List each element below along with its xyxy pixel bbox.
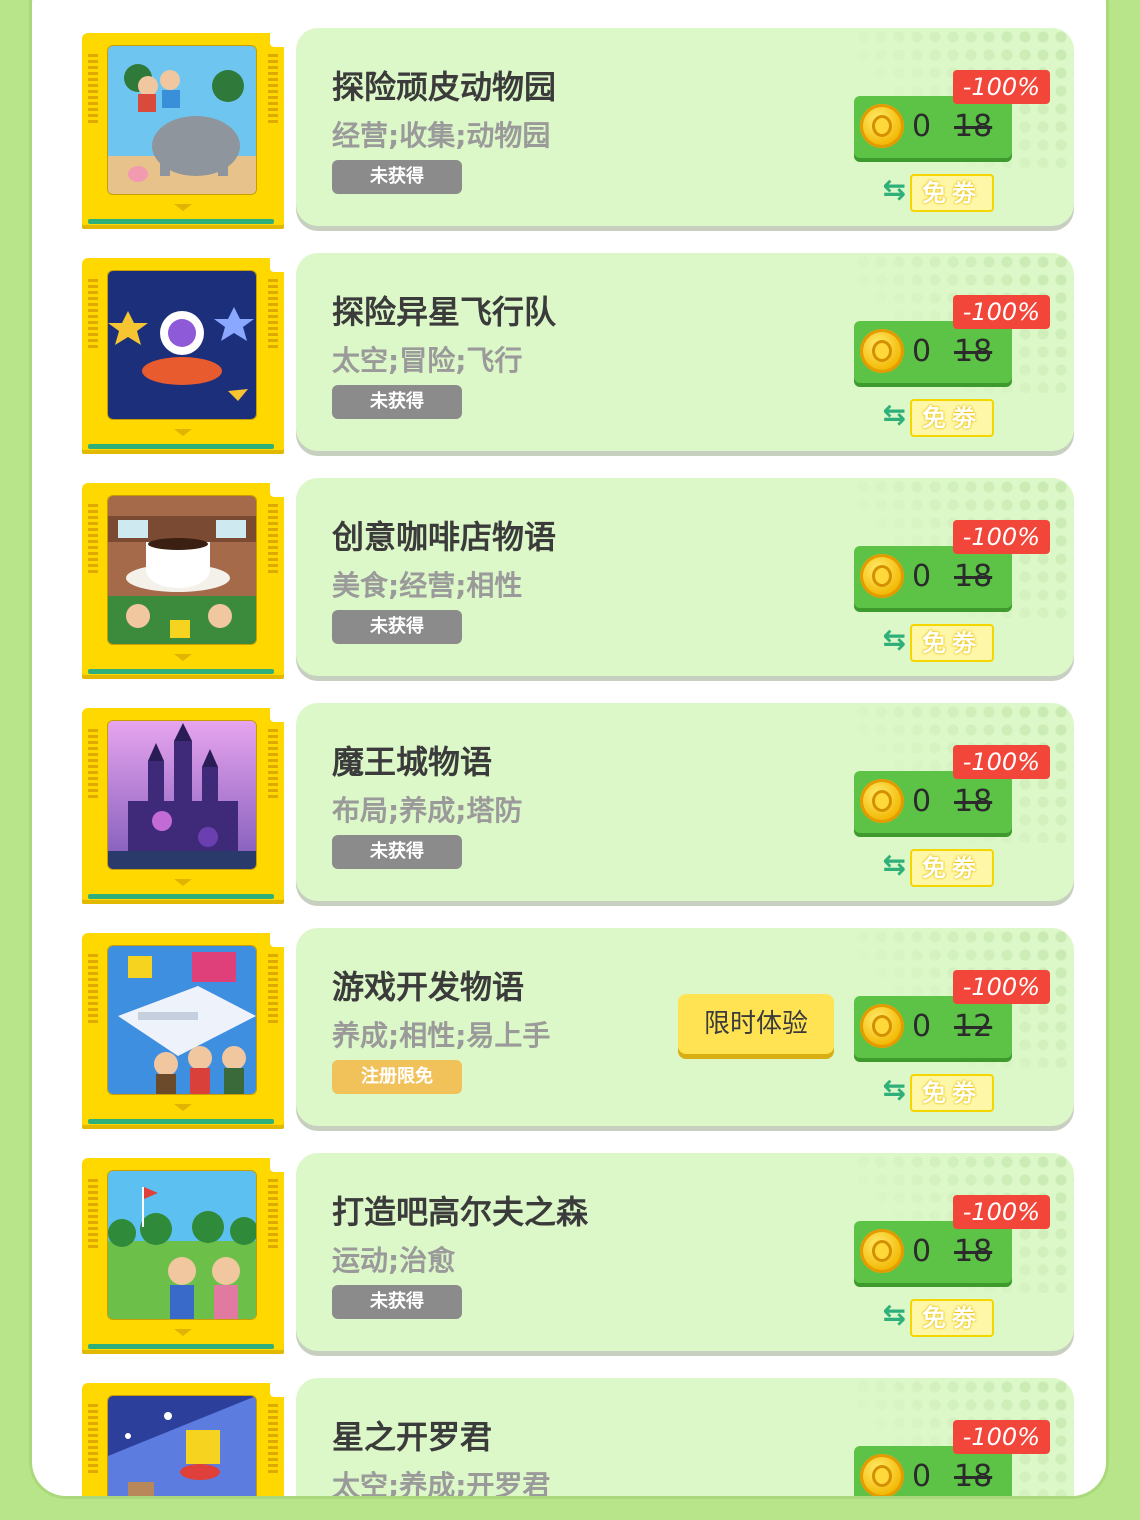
coin-icon [860, 1454, 904, 1496]
list-item[interactable]: 星之开罗君 太空;养成;开罗君 0 18 -100% [0, 1378, 1140, 1496]
game-cover-image [107, 945, 257, 1095]
list-item[interactable]: 创意咖啡店物语 美食;经营;相性 未获得 0 18 -100% ⇆ 免劵 [0, 478, 1140, 693]
game-tags: 太空;养成;开罗君 [332, 1469, 551, 1496]
game-title: 魔王城物语 [332, 743, 493, 781]
discount-badge: -100% [952, 1420, 1050, 1454]
game-card[interactable]: 星之开罗君 太空;养成;开罗君 0 18 -100% [296, 1378, 1074, 1496]
status-badge: 未获得 [332, 1285, 462, 1319]
original-price: 18 [954, 1459, 993, 1494]
status-badge: 未获得 [332, 385, 462, 419]
free-voucher-button[interactable]: 免劵 [910, 1074, 994, 1112]
list-item[interactable]: 游戏开发物语 养成;相性;易上手 注册限免 限时体验 0 12 -100% ⇆ … [0, 928, 1140, 1143]
current-price: 0 [912, 559, 932, 594]
game-cover-image [107, 270, 257, 420]
game-cartridge[interactable] [82, 933, 288, 1129]
current-price: 0 [912, 1009, 932, 1044]
coin-icon [860, 329, 904, 373]
discount-badge: -100% [952, 745, 1050, 779]
discount-badge: -100% [952, 295, 1050, 329]
game-title: 打造吧高尔夫之森 [332, 1193, 589, 1231]
trial-button[interactable]: 限时体验 [678, 994, 834, 1054]
current-price: 0 [912, 1459, 932, 1494]
price-button[interactable]: 0 18 [854, 321, 1012, 383]
free-voucher-button[interactable]: 免劵 [910, 399, 994, 437]
game-tags: 经营;收集;动物园 [332, 119, 551, 152]
coin-icon [860, 554, 904, 598]
game-cartridge[interactable] [82, 708, 288, 904]
free-voucher-button[interactable]: 免劵 [910, 849, 994, 887]
list-item[interactable]: 魔王城物语 布局;养成;塔防 未获得 0 18 -100% ⇆ 免劵 [0, 703, 1140, 918]
current-price: 0 [912, 784, 932, 819]
game-card[interactable]: 打造吧高尔夫之森 运动;治愈 未获得 0 18 -100% ⇆ 免劵 [296, 1153, 1074, 1351]
game-title: 游戏开发物语 [332, 968, 525, 1006]
original-price: 18 [954, 334, 993, 369]
current-price: 0 [912, 109, 932, 144]
free-voucher-button[interactable]: 免劵 [910, 1299, 994, 1337]
original-price: 18 [954, 109, 993, 144]
status-badge: 未获得 [332, 835, 462, 869]
game-cover-image [107, 1395, 257, 1496]
price-button[interactable]: 0 18 [854, 96, 1012, 158]
game-title: 创意咖啡店物语 [332, 518, 557, 556]
free-voucher-button[interactable]: 免劵 [910, 174, 994, 212]
coin-icon [860, 779, 904, 823]
game-cartridge[interactable] [82, 1383, 288, 1496]
price-button[interactable]: 0 18 [854, 1221, 1012, 1283]
discount-badge: -100% [952, 970, 1050, 1004]
game-card[interactable]: 探险顽皮动物园 经营;收集;动物园 未获得 0 18 -100% ⇆ 免劵 [296, 28, 1074, 226]
list-item[interactable]: 探险异星飞行队 太空;冒险;飞行 未获得 0 18 -100% ⇆ 免劵 [0, 253, 1140, 468]
swap-arrows-icon: ⇆ [882, 398, 906, 431]
game-tags: 布局;养成;塔防 [332, 794, 523, 827]
current-price: 0 [912, 334, 932, 369]
swap-arrows-icon: ⇆ [882, 848, 906, 881]
list-item[interactable]: 打造吧高尔夫之森 运动;治愈 未获得 0 18 -100% ⇆ 免劵 [0, 1153, 1140, 1368]
game-card[interactable]: 游戏开发物语 养成;相性;易上手 注册限免 限时体验 0 12 -100% ⇆ … [296, 928, 1074, 1126]
game-cover-image [107, 45, 257, 195]
price-button[interactable]: 0 12 [854, 996, 1012, 1058]
coin-icon [860, 1004, 904, 1048]
status-badge: 注册限免 [332, 1060, 462, 1094]
game-tags: 运动;治愈 [332, 1244, 456, 1277]
game-cartridge[interactable] [82, 33, 288, 229]
original-price: 12 [954, 1009, 993, 1044]
game-tags: 美食;经营;相性 [332, 569, 523, 602]
game-cover-image [107, 495, 257, 645]
original-price: 18 [954, 1234, 993, 1269]
discount-badge: -100% [952, 1195, 1050, 1229]
price-button[interactable]: 0 18 [854, 771, 1012, 833]
list-item[interactable]: 探险顽皮动物园 经营;收集;动物园 未获得 0 18 -100% ⇆ 免劵 [0, 28, 1140, 243]
game-tags: 太空;冒险;飞行 [332, 344, 523, 377]
coin-icon [860, 1229, 904, 1273]
game-cartridge[interactable] [82, 1158, 288, 1354]
game-cover-image [107, 1170, 257, 1320]
game-card[interactable]: 魔王城物语 布局;养成;塔防 未获得 0 18 -100% ⇆ 免劵 [296, 703, 1074, 901]
price-button[interactable]: 0 18 [854, 546, 1012, 608]
game-card[interactable]: 创意咖啡店物语 美食;经营;相性 未获得 0 18 -100% ⇆ 免劵 [296, 478, 1074, 676]
game-cartridge[interactable] [82, 258, 288, 454]
game-list[interactable]: 探险顽皮动物园 经营;收集;动物园 未获得 0 18 -100% ⇆ 免劵 探险… [0, 0, 1140, 1496]
game-tags: 养成;相性;易上手 [332, 1019, 551, 1052]
discount-badge: -100% [952, 520, 1050, 554]
swap-arrows-icon: ⇆ [882, 623, 906, 656]
game-cartridge[interactable] [82, 483, 288, 679]
original-price: 18 [954, 559, 993, 594]
status-badge: 未获得 [332, 610, 462, 644]
swap-arrows-icon: ⇆ [882, 173, 906, 206]
game-cover-image [107, 720, 257, 870]
status-badge: 未获得 [332, 160, 462, 194]
game-card[interactable]: 探险异星飞行队 太空;冒险;飞行 未获得 0 18 -100% ⇆ 免劵 [296, 253, 1074, 451]
game-title: 探险顽皮动物园 [332, 68, 557, 106]
coin-icon [860, 104, 904, 148]
free-voucher-button[interactable]: 免劵 [910, 624, 994, 662]
swap-arrows-icon: ⇆ [882, 1073, 906, 1106]
swap-arrows-icon: ⇆ [882, 1298, 906, 1331]
discount-badge: -100% [952, 70, 1050, 104]
current-price: 0 [912, 1234, 932, 1269]
game-title: 探险异星飞行队 [332, 293, 557, 331]
original-price: 18 [954, 784, 993, 819]
game-title: 星之开罗君 [332, 1418, 493, 1456]
